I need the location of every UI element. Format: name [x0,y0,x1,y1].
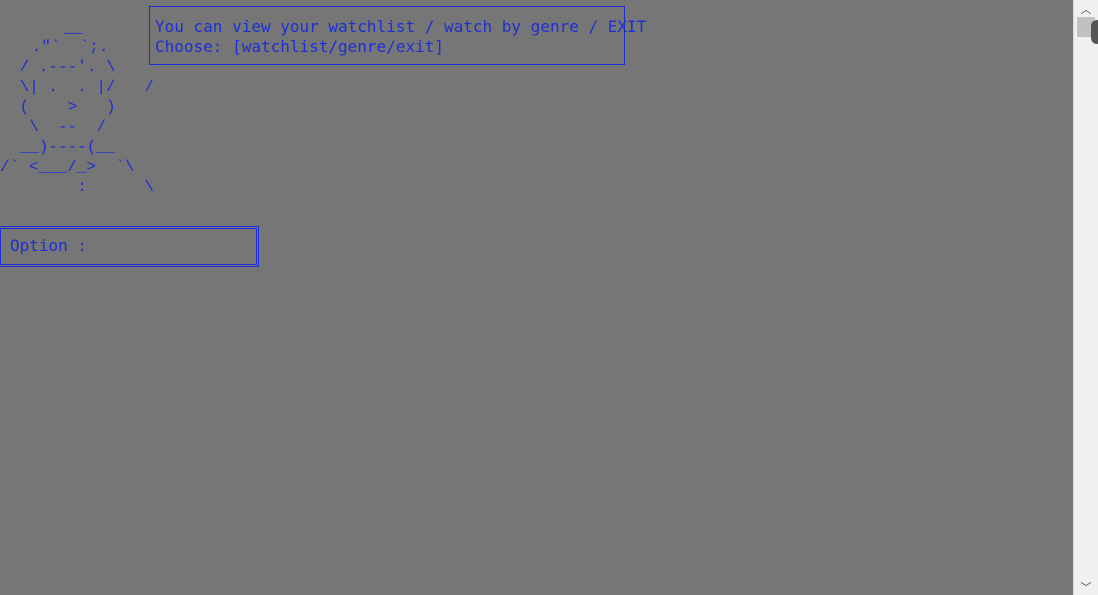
option-input-box[interactable]: Option : [0,226,259,267]
menu-prompt-box: You can view your watchlist / watch by g… [149,6,646,65]
option-label: Option : [10,236,88,255]
console-window: __ ."` `;. / .---'. \ \| . . |/ / ( > ) … [0,0,1073,595]
ascii-line-9: : \ [10,178,155,196]
ascii-line-7: __)----(__ [10,138,116,156]
ascii-line-2: ."` `;. [22,38,109,56]
chevron-up-icon: ︿ [1080,2,1092,16]
scroll-up-button[interactable]: ︿ [1074,0,1098,17]
window-edge-handle [1091,20,1098,44]
ascii-line-1: __ [35,19,84,37]
prompt-line-instructions: You can view your watchlist / watch by g… [155,17,647,36]
chevron-down-icon: ﹀ [1080,580,1092,594]
ascii-line-3: / .---'. \ [10,58,116,76]
scroll-down-button[interactable]: ﹀ [1074,578,1098,595]
ascii-line-8: /` <___/_> `\ [0,158,135,176]
ascii-line-5: ( > ) [10,98,116,116]
option-input[interactable] [93,234,253,258]
ascii-line-4: \| . . |/ / [10,78,155,96]
vertical-scrollbar[interactable]: ︿ ﹀ [1073,0,1098,595]
ascii-line-6: \ -- / [10,118,107,136]
prompt-line-choose: Choose: [watchlist/genre/exit] [155,37,444,56]
